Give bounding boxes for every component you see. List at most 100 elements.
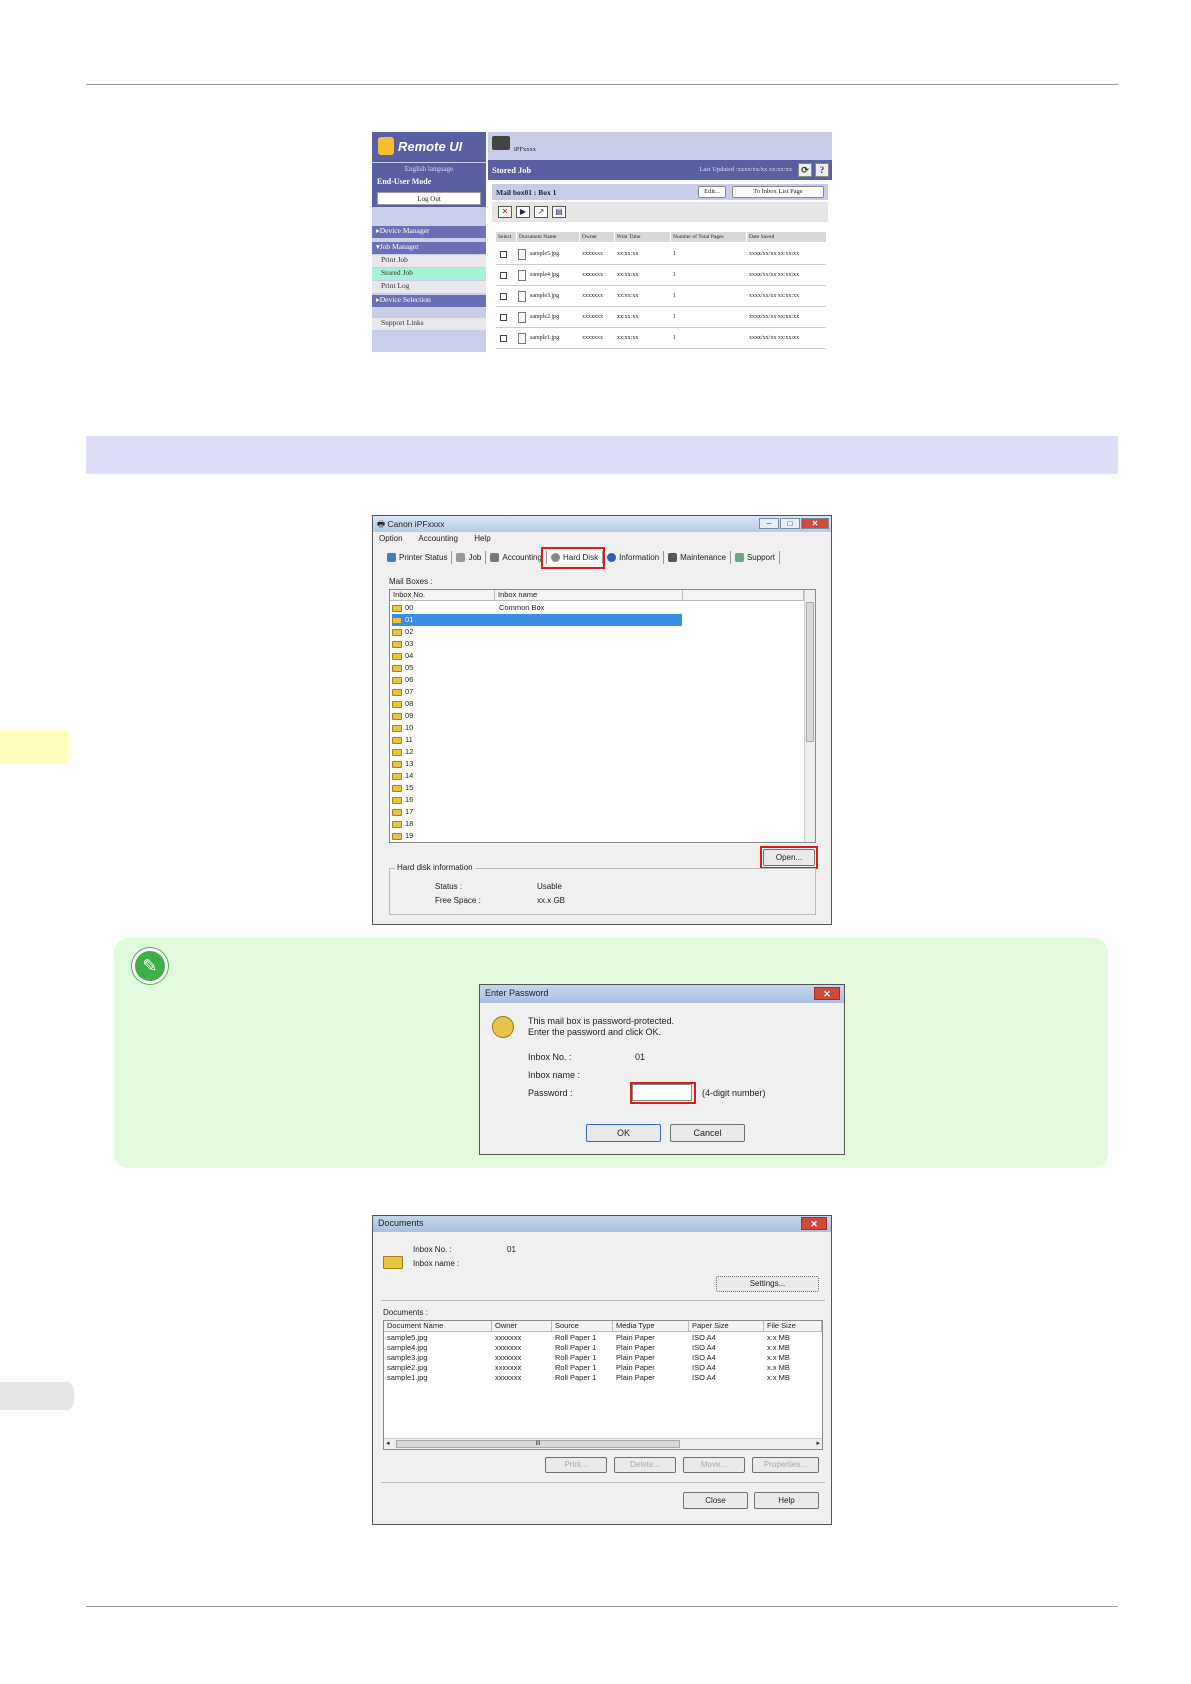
print-icon[interactable]: ▶ [516, 206, 530, 218]
table-row: sample5.jpg xxxxxxx xx:xx:xx 1 xxxx/xx/x… [496, 244, 826, 265]
col-paper-size[interactable]: Paper Size [689, 1321, 764, 1332]
help-button[interactable]: Help [754, 1492, 819, 1509]
close-icon[interactable]: ✕ [801, 518, 829, 529]
list-item[interactable]: 15 [392, 782, 413, 794]
close-button[interactable]: Close [683, 1492, 748, 1509]
list-item[interactable]: 19 [392, 830, 413, 842]
list-item[interactable]: 11 [392, 734, 413, 746]
list-item[interactable]: 17 [392, 806, 413, 818]
list-item[interactable]: 04 [392, 650, 413, 662]
close-icon[interactable]: ✕ [814, 987, 840, 1000]
col-pages: Number of Total Pages [671, 232, 746, 242]
col-source[interactable]: Source [552, 1321, 613, 1332]
scroll-thumb[interactable]: III [396, 1440, 680, 1448]
col-inbox-no[interactable]: Inbox No. [390, 590, 495, 601]
help-icon[interactable]: ? [815, 163, 829, 177]
move-icon[interactable]: ↗ [534, 206, 548, 218]
table-row[interactable]: sample1.jpg xxxxxxx Roll Paper 1 Plain Pape… [386, 1373, 816, 1383]
list-item[interactable]: 05 [392, 662, 413, 674]
scroll-right-icon[interactable]: ▸ [816, 1439, 820, 1447]
row-checkbox[interactable] [500, 335, 507, 342]
list-item[interactable]: 08 [392, 698, 413, 710]
col-inbox-name[interactable]: Inbox name [495, 590, 683, 601]
nav-support-links[interactable]: Support Links [372, 318, 486, 330]
documents-list[interactable]: Document Name Owner Source Media Type Pa… [383, 1320, 823, 1450]
chapter-tab [0, 730, 69, 764]
list-item[interactable]: 00 Common Box [392, 602, 682, 614]
table-row: sample4.jpg xxxxxxx xx:xx:xx 1 xxxx/xx/x… [496, 265, 826, 286]
properties-icon[interactable]: ▤ [552, 206, 566, 218]
nav-print-log[interactable]: Print Log [372, 281, 486, 293]
delete-button[interactable]: Delete... [614, 1457, 676, 1473]
table-row[interactable]: sample2.jpg xxxxxxx Roll Paper 1 Plain Pape… [386, 1363, 816, 1373]
col-document-name[interactable]: Document Name [384, 1321, 492, 1332]
list-item[interactable]: 10 [392, 722, 413, 734]
row-checkbox[interactable] [500, 293, 507, 300]
support-icon [734, 553, 744, 563]
ok-button[interactable]: OK [586, 1124, 661, 1142]
nav-job-manager[interactable]: ▾Job Manager [372, 242, 486, 254]
list-item[interactable]: 14 [392, 770, 413, 782]
list-item[interactable]: 06 [392, 674, 413, 686]
to-inbox-list-button[interactable]: To Inbox List Page [732, 186, 824, 198]
table-row[interactable]: sample3.jpg xxxxxxx Roll Paper 1 Plain Pape… [386, 1353, 816, 1363]
row-checkbox[interactable] [500, 251, 507, 258]
scroll-thumb[interactable] [806, 602, 814, 742]
print-button[interactable]: Print... [545, 1457, 607, 1473]
edit-button[interactable]: Edit... [698, 186, 726, 198]
mailbox-list[interactable]: Inbox No. Inbox name 00 Common Box 01 02 … [389, 589, 816, 843]
logout-button[interactable]: Log Out [377, 192, 481, 205]
nav-print-job[interactable]: Print Job [372, 255, 486, 267]
settings-button[interactable]: Settings... [716, 1276, 819, 1292]
list-item[interactable]: 09 [392, 710, 413, 722]
mode-label: End-User Mode [372, 177, 486, 189]
list-item[interactable]: 03 [392, 638, 413, 650]
horizontal-scrollbar[interactable]: ◂ III ▸ [384, 1438, 822, 1449]
list-item[interactable]: 12 [392, 746, 413, 758]
delete-icon[interactable]: ✕ [498, 206, 512, 218]
nav-device-manager[interactable]: ▸Device Manager [372, 226, 486, 238]
properties-button[interactable]: Properties... [752, 1457, 819, 1473]
list-item[interactable]: 16 [392, 794, 413, 806]
col-file-size[interactable]: File Size [764, 1321, 822, 1332]
note-pencil-icon: ✎ [132, 948, 168, 984]
remote-ui-screenshot: Remote UI English language End-User Mode… [372, 132, 832, 352]
tab-information[interactable]: Information [603, 551, 665, 565]
refresh-icon[interactable]: ⟳ [798, 163, 812, 177]
menu-accounting[interactable]: Accounting [418, 534, 458, 543]
vertical-scrollbar[interactable] [804, 590, 815, 842]
nav-stored-job[interactable]: Stored Job [372, 268, 486, 280]
list-item[interactable]: 07 [392, 686, 413, 698]
list-item-selected[interactable]: 01 [392, 614, 682, 626]
cancel-button[interactable]: Cancel [670, 1124, 745, 1142]
tab-accounting[interactable]: Accounting [486, 551, 547, 565]
move-button[interactable]: Move... [683, 1457, 745, 1473]
nav-device-selection[interactable]: ▸Device Selection [372, 295, 486, 307]
row-checkbox[interactable] [500, 314, 507, 321]
printer-icon [492, 136, 510, 150]
status-value: Usable [537, 882, 562, 891]
col-media-type[interactable]: Media Type [613, 1321, 689, 1332]
mailbox-title: Mail box01 : Box 1 [496, 188, 557, 197]
col-print-time: Print Time [615, 232, 670, 242]
language-link[interactable]: English language [372, 163, 486, 177]
tab-support[interactable]: Support [731, 551, 780, 565]
minimize-icon[interactable]: – [759, 518, 779, 529]
maximize-icon[interactable]: □ [780, 518, 800, 529]
dialog-title: Enter Password [485, 988, 549, 998]
menu-option[interactable]: Option [379, 534, 403, 543]
scroll-left-icon[interactable]: ◂ [386, 1439, 390, 1447]
menu-help[interactable]: Help [474, 534, 490, 543]
tab-printer-status[interactable]: Printer Status [383, 551, 453, 565]
list-item[interactable]: 18 [392, 818, 413, 830]
list-item[interactable]: 13 [392, 758, 413, 770]
status-label: Status : [435, 882, 463, 891]
tab-job[interactable]: Job [452, 551, 487, 565]
row-checkbox[interactable] [500, 272, 507, 279]
table-row[interactable]: sample4.jpg xxxxxxx Roll Paper 1 Plain Pape… [386, 1343, 816, 1353]
tab-maintenance[interactable]: Maintenance [664, 551, 731, 565]
close-icon[interactable]: ✕ [801, 1217, 827, 1230]
col-owner[interactable]: Owner [492, 1321, 552, 1332]
table-row[interactable]: sample5.jpg xxxxxxx Roll Paper 1 Plain Pape… [386, 1333, 816, 1343]
list-item[interactable]: 02 [392, 626, 413, 638]
